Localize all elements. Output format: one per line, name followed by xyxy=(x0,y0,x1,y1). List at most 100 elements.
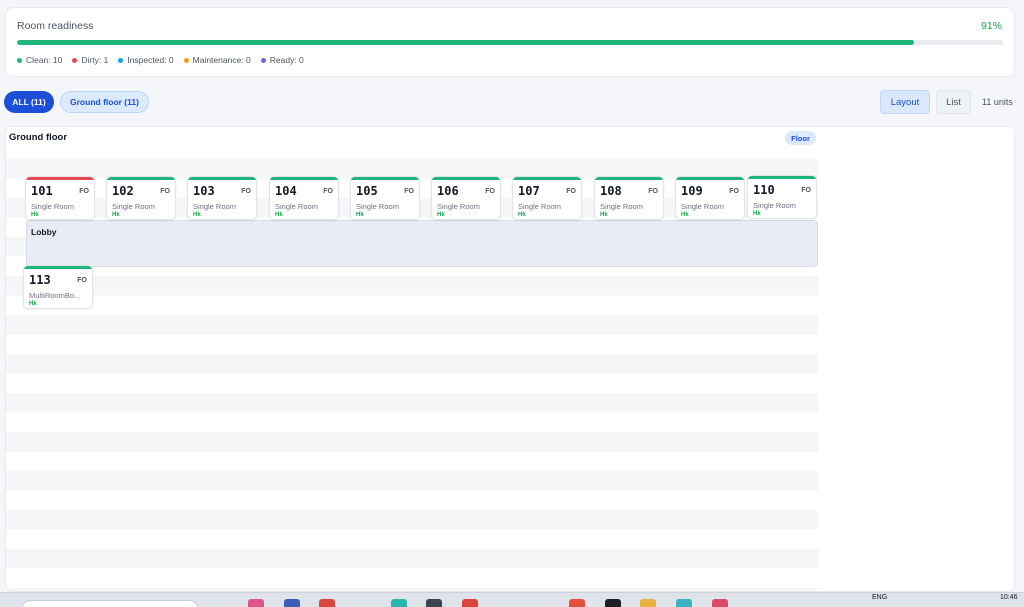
taskbar-app-icon[interactable] xyxy=(712,599,728,607)
readiness-percent: 91% xyxy=(980,20,1002,32)
room-type: Single Room xyxy=(356,202,399,211)
room-hk-status: Hk xyxy=(600,212,608,218)
room-card-104[interactable]: 104 FO Single Room Hk xyxy=(269,176,339,220)
room-fo-status: FO xyxy=(79,188,89,195)
taskbar-app-icon[interactable] xyxy=(284,599,300,607)
room-status-strip xyxy=(432,177,500,180)
taskbar-app-icon[interactable] xyxy=(640,599,656,607)
room-type: Single Room xyxy=(753,201,796,210)
room-fo-status: FO xyxy=(729,188,739,195)
filter-all-chip[interactable]: ALL (11) xyxy=(4,91,54,113)
taskbar-app-icon[interactable] xyxy=(605,599,621,607)
room-status-strip xyxy=(351,177,419,180)
room-hk-status: Hk xyxy=(193,212,201,218)
room-hk-status: Hk xyxy=(356,212,364,218)
taskbar-app-icon[interactable] xyxy=(248,599,264,607)
room-card-113[interactable]: 113 FO MultiRoomBo... Hk xyxy=(23,265,93,309)
room-status-strip xyxy=(107,177,175,180)
filter-ground-floor-chip[interactable]: Ground floor (11) xyxy=(60,91,149,113)
room-type: Single Room xyxy=(600,202,643,211)
room-status-strip xyxy=(676,177,744,180)
taskbar-app-icon[interactable] xyxy=(319,599,335,607)
taskbar-clock[interactable]: 10:46 xyxy=(1000,594,1018,601)
room-hk-status: Hk xyxy=(29,301,37,307)
room-card-102[interactable]: 102 FO Single Room Hk xyxy=(106,176,176,220)
room-card-103[interactable]: 103 FO Single Room Hk xyxy=(187,176,257,220)
taskbar-app-icon[interactable] xyxy=(391,599,407,607)
room-hk-status: Hk xyxy=(753,211,761,217)
taskbar: ENG 10:46 xyxy=(0,592,1024,607)
floor-badge: Floor xyxy=(785,131,816,145)
ready-dot-icon xyxy=(260,57,266,63)
room-number: 107 xyxy=(518,184,540,198)
clean-dot-icon xyxy=(17,57,22,63)
taskbar-app-icon[interactable] xyxy=(569,599,585,607)
lobby-label: Lobby xyxy=(31,227,57,237)
room-number: 104 xyxy=(275,184,297,198)
room-status-strip xyxy=(270,177,338,180)
room-type: Single Room xyxy=(193,202,236,211)
room-type: Single Room xyxy=(437,202,480,211)
room-fo-status: FO xyxy=(323,188,333,195)
room-card-101[interactable]: 101 FO Single Room Hk xyxy=(25,176,95,220)
room-fo-status: FO xyxy=(160,188,170,195)
language-indicator[interactable]: ENG xyxy=(872,594,887,601)
room-fo-status: FO xyxy=(566,188,576,195)
room-type: Single Room xyxy=(681,202,724,211)
room-number: 110 xyxy=(753,183,775,197)
floor-title: Ground floor xyxy=(9,132,68,143)
room-hk-status: Hk xyxy=(681,212,689,218)
room-number: 105 xyxy=(356,184,378,198)
floor-plan-panel: Ground floor Floor Lobby 101 FO Single R… xyxy=(5,126,1015,592)
units-count: 11 units xyxy=(982,97,1013,107)
room-card-107[interactable]: 107 FO Single Room Hk xyxy=(512,176,582,220)
room-fo-status: FO xyxy=(241,188,251,195)
room-card-106[interactable]: 106 FO Single Room Hk xyxy=(431,176,501,220)
room-type: Single Room xyxy=(31,202,74,211)
room-number: 102 xyxy=(112,184,134,198)
room-type: MultiRoomBo... xyxy=(29,291,81,300)
room-type: Single Room xyxy=(112,202,155,211)
room-hk-status: Hk xyxy=(518,212,526,218)
maintenance-dot-icon xyxy=(183,57,189,63)
room-number: 101 xyxy=(31,184,53,198)
room-status-strip xyxy=(513,177,581,180)
room-hk-status: Hk xyxy=(437,212,445,218)
legend-ready: Ready: 0 xyxy=(260,55,304,65)
room-type: Single Room xyxy=(518,202,561,211)
legend-maintenance: Maintenance: 0 xyxy=(183,55,251,65)
dirty-dot-icon xyxy=(72,57,78,63)
list-view-button[interactable]: List xyxy=(936,90,971,114)
taskbar-app-icon[interactable] xyxy=(426,599,442,607)
room-card-108[interactable]: 108 FO Single Room Hk xyxy=(594,176,664,220)
room-card-105[interactable]: 105 FO Single Room Hk xyxy=(350,176,420,220)
layout-view-button[interactable]: Layout xyxy=(880,90,930,114)
room-fo-status: FO xyxy=(485,188,495,195)
room-number: 109 xyxy=(681,184,703,198)
room-number: 106 xyxy=(437,184,459,198)
legend-clean: Clean: 10 xyxy=(17,55,62,65)
inspected-dot-icon xyxy=(118,57,124,63)
room-status-strip xyxy=(595,177,663,180)
lobby-area: Lobby xyxy=(26,220,818,267)
room-number: 113 xyxy=(29,273,51,287)
room-status-strip xyxy=(188,177,256,180)
taskbar-search-box[interactable] xyxy=(22,600,198,607)
legend-dirty: Dirty: 1 xyxy=(72,55,108,65)
room-fo-status: FO xyxy=(404,188,414,195)
room-status-strip xyxy=(748,176,816,179)
room-fo-status: FO xyxy=(77,277,87,284)
readiness-title: Room readiness xyxy=(17,20,94,32)
taskbar-app-icon[interactable] xyxy=(676,599,692,607)
room-card-110[interactable]: 110 FO Single Room Hk xyxy=(747,175,817,219)
room-hk-status: Hk xyxy=(112,212,120,218)
room-status-strip xyxy=(24,266,92,269)
room-hk-status: Hk xyxy=(31,212,39,218)
room-fo-status: FO xyxy=(648,188,658,195)
room-card-109[interactable]: 109 FO Single Room Hk xyxy=(675,176,745,220)
status-legend: Clean: 10 Dirty: 1 Inspected: 0 Maintena… xyxy=(17,55,304,65)
taskbar-app-icon[interactable] xyxy=(462,599,478,607)
room-number: 108 xyxy=(600,184,622,198)
room-type: Single Room xyxy=(275,202,318,211)
room-fo-status: FO xyxy=(801,187,811,194)
